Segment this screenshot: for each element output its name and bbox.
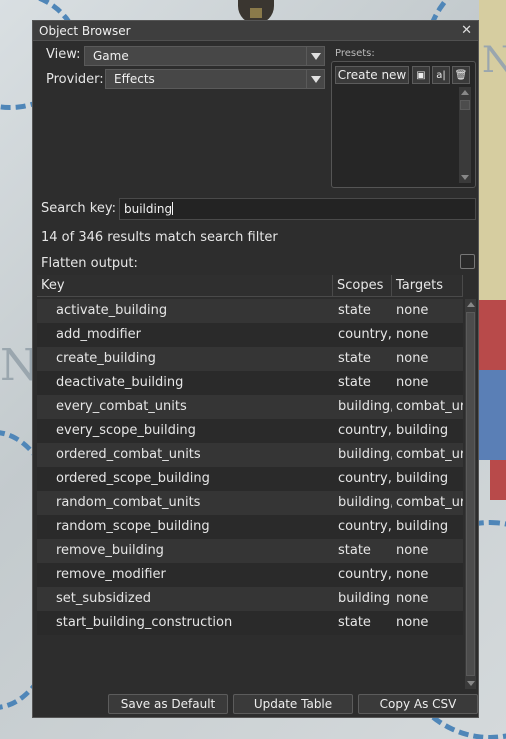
- search-input[interactable]: building: [119, 198, 476, 220]
- cell-key: ordered_scope_building: [56, 471, 210, 486]
- cell-targets: combat_ur: [396, 495, 463, 510]
- scroll-thumb[interactable]: [466, 312, 475, 676]
- cell-targets: none: [396, 567, 429, 582]
- cell-scopes: country, s: [338, 423, 392, 438]
- search-input-value: building: [124, 202, 173, 216]
- column-header-key[interactable]: Key: [37, 275, 333, 296]
- chevron-down-icon[interactable]: [306, 47, 324, 65]
- cell-scopes: state: [338, 351, 371, 366]
- table-row[interactable]: random_combat_units building, c combat_ur: [37, 491, 463, 515]
- cell-targets: combat_ur: [396, 399, 463, 414]
- scroll-down-icon[interactable]: [465, 678, 476, 689]
- window-title: Object Browser: [39, 23, 131, 38]
- provider-label: Provider:: [46, 72, 104, 87]
- cell-key: ordered_combat_units: [56, 447, 201, 462]
- scroll-down-icon[interactable]: [459, 172, 471, 183]
- view-select[interactable]: Game: [84, 46, 325, 66]
- flatten-label: Flatten output:: [41, 256, 138, 271]
- cell-scopes: building, c: [338, 399, 392, 414]
- close-icon[interactable]: ✕: [461, 23, 472, 38]
- flatten-checkbox[interactable]: [460, 254, 475, 269]
- cell-targets: building: [396, 423, 449, 438]
- cell-scopes: country, s: [338, 471, 392, 486]
- cell-key: remove_modifier: [56, 567, 166, 582]
- object-browser-window: Object Browser ✕ View: Game Provider: Ef…: [32, 20, 479, 718]
- cell-targets: none: [396, 327, 429, 342]
- column-header-scopes[interactable]: Scopes: [333, 275, 392, 296]
- trash-icon[interactable]: 🗑: [452, 66, 470, 84]
- cell-key: random_scope_building: [56, 519, 210, 534]
- table-row[interactable]: start_building_construction state none: [37, 611, 463, 635]
- cell-targets: none: [396, 375, 429, 390]
- provider-select[interactable]: Effects: [105, 69, 325, 89]
- chevron-down-icon[interactable]: [306, 70, 324, 88]
- cell-key: start_building_construction: [56, 615, 233, 630]
- cell-key: create_building: [56, 351, 156, 366]
- column-header-targets[interactable]: Targets: [392, 275, 463, 296]
- table-scrollbar[interactable]: [465, 299, 476, 689]
- cell-key: every_scope_building: [56, 423, 196, 438]
- presets-scrollbar[interactable]: [459, 87, 471, 183]
- scroll-up-icon[interactable]: [465, 299, 476, 310]
- view-label: View:: [46, 47, 81, 62]
- text-caret: [172, 202, 174, 215]
- table-row[interactable]: every_scope_building country, s building: [37, 419, 463, 443]
- table-row[interactable]: create_building state none: [37, 347, 463, 371]
- copy-as-csv-button[interactable]: Copy As CSV: [358, 694, 478, 714]
- cell-scopes: country, s: [338, 567, 392, 582]
- titlebar[interactable]: Object Browser ✕: [33, 21, 478, 41]
- scroll-up-icon[interactable]: [459, 87, 471, 98]
- scroll-thumb[interactable]: [460, 100, 470, 110]
- table-row[interactable]: ordered_scope_building country, s building: [37, 467, 463, 491]
- cell-scopes: state: [338, 543, 371, 558]
- cell-targets: combat_ur: [396, 447, 463, 462]
- cell-scopes: building: [338, 591, 391, 606]
- table-row[interactable]: activate_building state none: [37, 299, 463, 323]
- table-body: activate_building state none add_modifier c…: [37, 299, 463, 635]
- table-row[interactable]: random_scope_building country, s building: [37, 515, 463, 539]
- table-row[interactable]: remove_modifier country, s none: [37, 563, 463, 587]
- cell-key: every_combat_units: [56, 399, 187, 414]
- cell-scopes: country, s: [338, 519, 392, 534]
- cell-key: activate_building: [56, 303, 168, 318]
- cell-scopes: building, c: [338, 495, 392, 510]
- cell-scopes: country, s: [338, 327, 392, 342]
- cell-targets: none: [396, 615, 429, 630]
- save-icon[interactable]: ▣: [412, 66, 430, 84]
- cell-targets: none: [396, 351, 429, 366]
- cell-targets: building: [396, 471, 449, 486]
- cell-key: random_combat_units: [56, 495, 201, 510]
- table-row[interactable]: add_modifier country, s none: [37, 323, 463, 347]
- table-row[interactable]: every_combat_units building, c combat_ur: [37, 395, 463, 419]
- provider-select-value: Effects: [114, 72, 155, 86]
- cell-key: set_subsidized: [56, 591, 151, 606]
- cell-key: add_modifier: [56, 327, 141, 342]
- table-header: Key Scopes Targets: [37, 275, 463, 297]
- cell-scopes: state: [338, 303, 371, 318]
- results-table: Key Scopes Targets activate_buildingstat…: [37, 275, 477, 689]
- results-count: 14 of 346 results match search filter: [41, 230, 278, 245]
- presets-label: Presets:: [335, 48, 375, 59]
- cell-key: remove_building: [56, 543, 164, 558]
- cell-targets: none: [396, 591, 429, 606]
- table-row[interactable]: ordered_combat_units building, c combat_ur: [37, 443, 463, 467]
- table-row[interactable]: remove_building state none: [37, 539, 463, 563]
- search-label: Search key:: [41, 201, 116, 216]
- rename-icon[interactable]: a|: [432, 66, 450, 84]
- cell-key: deactivate_building: [56, 375, 184, 390]
- save-as-default-button[interactable]: Save as Default: [108, 694, 228, 714]
- update-table-button[interactable]: Update Table: [233, 694, 353, 714]
- presets-panel: Create new ▣ a| 🗑: [331, 61, 476, 188]
- table-row[interactable]: deactivate_building state none: [37, 371, 463, 395]
- cell-scopes: state: [338, 375, 371, 390]
- view-select-value: Game: [93, 49, 129, 63]
- cell-targets: building: [396, 519, 449, 534]
- cell-targets: none: [396, 543, 429, 558]
- cell-scopes: state: [338, 615, 371, 630]
- cell-scopes: building, c: [338, 447, 392, 462]
- cell-targets: none: [396, 303, 429, 318]
- table-row[interactable]: set_subsidized building none: [37, 587, 463, 611]
- create-preset-button[interactable]: Create new: [335, 66, 409, 84]
